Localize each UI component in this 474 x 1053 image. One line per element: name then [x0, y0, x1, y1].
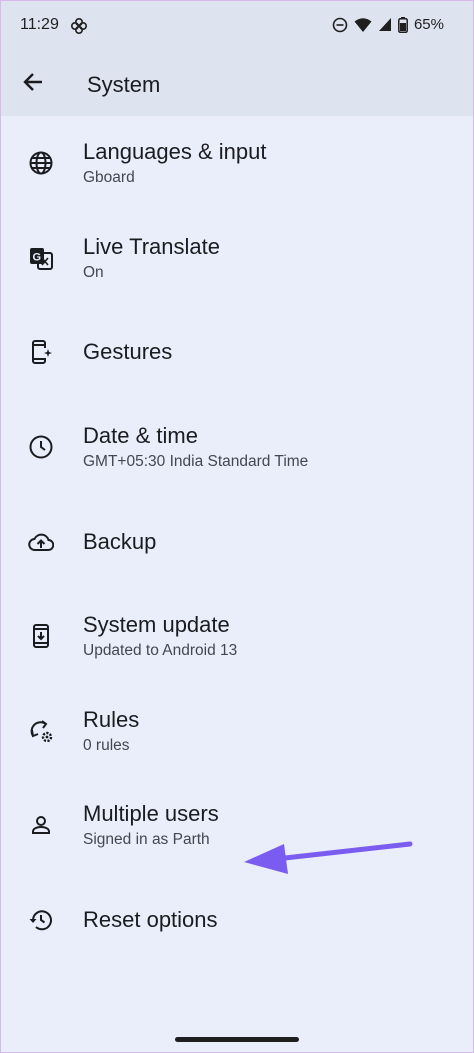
svg-text:G: G: [33, 251, 42, 263]
rules-icon: [28, 718, 54, 744]
list-item-live-translate[interactable]: G Live Translate On: [0, 211, 474, 306]
page-title: System: [87, 72, 161, 97]
globe-icon: [28, 150, 54, 176]
phone-gesture-icon: [28, 339, 54, 365]
list-item-rules[interactable]: Rules 0 rules: [0, 684, 474, 779]
list-item-languages-input[interactable]: Languages & input Gboard: [0, 116, 474, 211]
item-subtitle: GMT+05:30 India Standard Time: [83, 453, 309, 471]
battery-percent: 65%: [413, 16, 444, 33]
clock-icon: [28, 434, 54, 460]
status-time: 11:29: [20, 16, 59, 33]
item-subtitle: On: [83, 263, 104, 281]
item-subtitle: 0 rules: [83, 736, 130, 754]
translate-icon: G: [28, 245, 54, 271]
pinwheel-icon: [70, 17, 88, 35]
system-update-icon: [28, 623, 54, 649]
item-title: Languages & input: [83, 139, 267, 165]
list-item-reset-options[interactable]: Reset options: [0, 873, 474, 968]
app-bar: System: [0, 52, 474, 116]
item-title: Date & time: [83, 423, 198, 449]
person-icon: [28, 812, 54, 838]
arrow-back-icon: [22, 71, 44, 98]
item-subtitle: Updated to Android 13: [83, 642, 238, 660]
item-title: Gestures: [83, 339, 173, 365]
battery-icon: [398, 16, 408, 33]
item-subtitle: Signed in as Parth: [83, 831, 210, 849]
item-subtitle: Gboard: [83, 169, 135, 187]
status-bar: 11:29 65%: [0, 0, 474, 52]
item-title: Backup: [83, 528, 157, 554]
list-item-date-time[interactable]: Date & time GMT+05:30 India Standard Tim…: [0, 400, 474, 495]
signal-icon: [378, 17, 392, 32]
item-title: System update: [83, 612, 230, 638]
history-icon: [28, 907, 54, 933]
list-item-gestures[interactable]: Gestures: [0, 305, 474, 400]
annotation-arrow-icon: [244, 841, 413, 874]
cloud-upload-icon: [28, 529, 54, 555]
list-item-backup[interactable]: Backup: [0, 494, 474, 589]
do-not-disturb-icon: [332, 17, 348, 33]
back-button[interactable]: [18, 69, 48, 99]
list-item-system-update[interactable]: System update Updated to Android 13: [0, 589, 474, 684]
wifi-icon: [354, 17, 372, 33]
home-indicator[interactable]: [175, 1037, 299, 1042]
item-title: Reset options: [83, 907, 218, 933]
item-title: Live Translate: [83, 233, 220, 259]
item-title: Rules: [83, 706, 140, 732]
status-icons: 65%: [332, 16, 444, 33]
item-title: Multiple users: [83, 801, 219, 827]
